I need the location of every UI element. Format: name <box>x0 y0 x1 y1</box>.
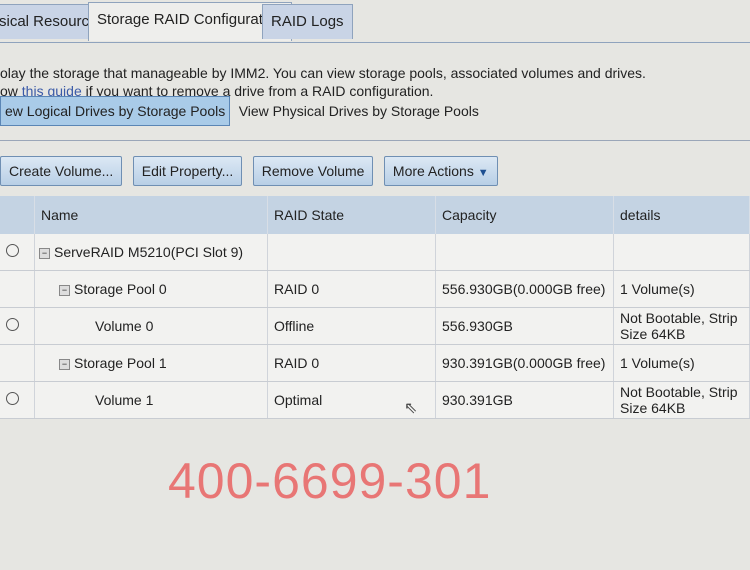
column-header-name[interactable]: Name <box>34 196 268 234</box>
capacity-cell: 556.930GB(0.000GB free) <box>435 270 614 308</box>
remove-volume-button[interactable]: Remove Volume <box>252 156 374 186</box>
collapse-icon[interactable]: − <box>39 247 50 259</box>
raid-state-cell: RAID 0 <box>267 344 436 382</box>
capacity-cell: 930.391GB(0.000GB free) <box>435 344 614 382</box>
tab-bar: sical Resource Storage RAID Configuratio… <box>0 0 750 43</box>
tab-raid-logs[interactable]: RAID Logs <box>262 4 353 39</box>
view-switcher: ew Logical Drives by Storage Pools View … <box>0 96 483 126</box>
raid-state-cell: Offline <box>267 307 436 345</box>
radio-button[interactable] <box>6 244 19 257</box>
select-column-header <box>0 196 35 234</box>
radio-button[interactable] <box>6 318 19 331</box>
radio-button[interactable] <box>6 392 19 405</box>
edit-property-button[interactable]: Edit Property... <box>132 156 243 186</box>
collapse-icon[interactable]: − <box>59 284 70 296</box>
details-cell: 1 Volume(s) <box>613 270 750 308</box>
mouse-cursor-icon: ⇖ <box>404 400 418 417</box>
description-line-1: olay the storage that manageable by IMM2… <box>0 65 646 81</box>
table-row[interactable]: − Storage Pool 1 RAID 0 930.391GB(0.000GB… <box>0 344 750 382</box>
details-cell: Not Bootable, Strip Size 64KB <box>613 381 750 419</box>
row-select-cell[interactable] <box>0 234 35 271</box>
action-toolbar: Create Volume... Edit Property... Remove… <box>0 156 504 186</box>
table-row[interactable]: − ServeRAID M5210(PCI Slot 9) <box>0 234 750 271</box>
details-cell: 1 Volume(s) <box>613 344 750 382</box>
table-row[interactable]: − Storage Pool 0 RAID 0 556.930GB(0.000GB… <box>0 270 750 308</box>
capacity-cell: 556.930GB <box>435 307 614 345</box>
watermark: 400-6699-301 <box>168 453 492 509</box>
table-row[interactable]: Volume 1 Optimal 930.391GB Not Bootable,… <box>0 381 750 419</box>
row-select-cell <box>0 344 35 382</box>
more-actions-label: More Actions <box>392 163 474 179</box>
raid-state-cell <box>267 234 436 271</box>
raid-table: Name RAID State Capacity details − ServeR… <box>0 196 750 419</box>
view-logical-drives-button[interactable]: ew Logical Drives by Storage Pools <box>0 96 231 126</box>
collapse-icon[interactable]: − <box>59 358 70 370</box>
table-row[interactable]: Volume 0 Offline 556.930GB Not Bootable,… <box>0 307 750 345</box>
create-volume-button[interactable]: Create Volume... <box>0 156 123 186</box>
name-cell: Volume 1 <box>34 381 268 419</box>
capacity-cell: 930.391GB <box>435 381 614 419</box>
name-cell: − ServeRAID M5210(PCI Slot 9) <box>34 234 268 271</box>
name-cell: − Storage Pool 1 <box>34 344 268 382</box>
row-name: ServeRAID M5210(PCI Slot 9) <box>54 244 244 260</box>
row-name: Volume 1 <box>95 392 154 408</box>
row-select-cell[interactable] <box>0 307 35 345</box>
column-header-capacity[interactable]: Capacity <box>435 196 614 234</box>
more-actions-button[interactable]: More Actions ▼ <box>383 156 498 186</box>
details-cell <box>613 234 750 271</box>
raid-state-cell: RAID 0 <box>267 270 436 308</box>
divider <box>0 140 750 141</box>
capacity-cell <box>435 234 614 271</box>
name-cell: Volume 0 <box>34 307 268 345</box>
row-name: Volume 0 <box>95 318 154 334</box>
details-cell: Not Bootable, Strip Size 64KB <box>613 307 750 345</box>
row-select-cell[interactable] <box>0 381 35 419</box>
description: olay the storage that manageable by IMM2… <box>0 64 646 100</box>
row-name: Storage Pool 0 <box>74 281 167 297</box>
caret-down-icon: ▼ <box>477 167 489 179</box>
row-select-cell <box>0 270 35 308</box>
column-header-details[interactable]: details <box>613 196 750 234</box>
name-cell: − Storage Pool 0 <box>34 270 268 308</box>
view-physical-drives-button[interactable]: View Physical Drives by Storage Pools <box>235 97 483 125</box>
column-header-raid-state[interactable]: RAID State <box>267 196 436 234</box>
row-name: Storage Pool 1 <box>74 355 167 371</box>
